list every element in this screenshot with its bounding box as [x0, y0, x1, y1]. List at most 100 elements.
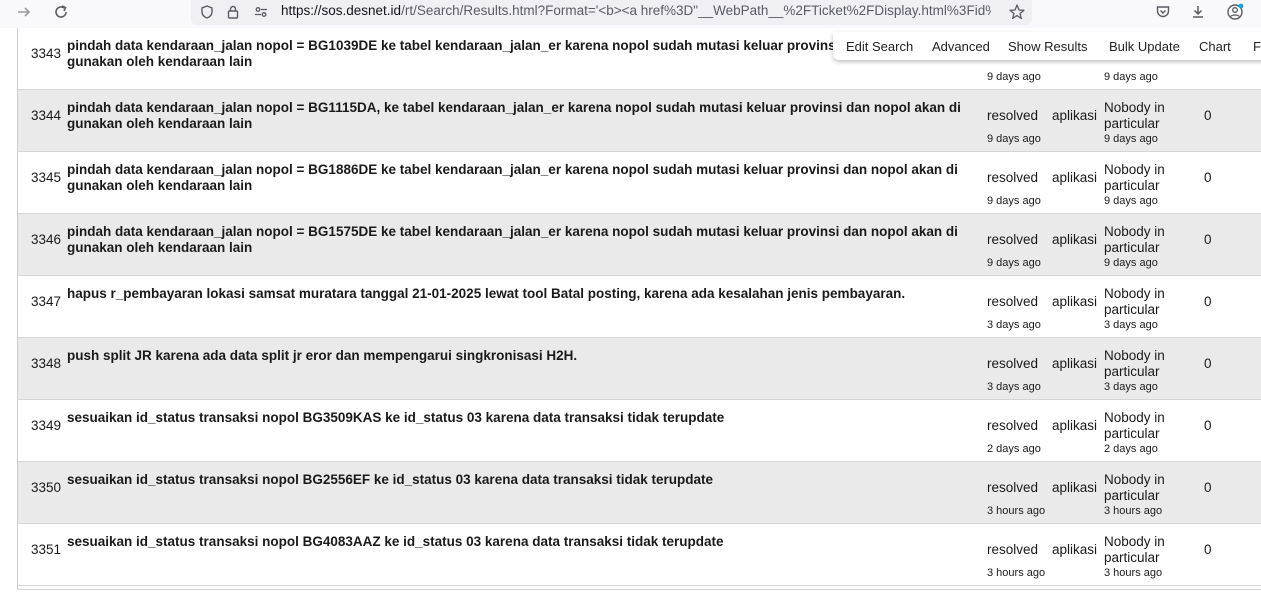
- owner-line: Nobody in: [1104, 472, 1165, 487]
- ticket-owner: Nobody in particular: [1104, 162, 1184, 194]
- subject-line: sesuaikan id_status transaksi nopol BG35…: [67, 410, 725, 425]
- owner-line: Nobody in: [1104, 410, 1165, 425]
- menu-feeds[interactable]: F: [1253, 39, 1261, 54]
- table-row[interactable]: 3347 hapus r_pembayaran lokasi samsat mu…: [18, 276, 1261, 338]
- table-row[interactable]: 3344 pindah data kendaraan_jalan nopol =…: [18, 90, 1261, 152]
- ticket-status: resolved: [987, 356, 1039, 371]
- subject-line: gunakan oleh kendaraan lain: [67, 240, 253, 255]
- ticket-owner: Nobody in particular: [1104, 286, 1184, 318]
- page-menu: Edit Search Advanced Show Results Bulk U…: [833, 32, 1261, 60]
- ticket-status: resolved: [987, 170, 1039, 185]
- subject-line: pindah data kendaraan_jalan nopol = BG18…: [67, 162, 958, 177]
- ticket-priority: 0: [1204, 542, 1212, 557]
- table-row[interactable]: 3348 push split JR karena ada data split…: [18, 338, 1261, 400]
- table-row[interactable]: 3351 sesuaikan id_status transaksi nopol…: [18, 524, 1261, 586]
- table-row[interactable]: 3345 pindah data kendaraan_jalan nopol =…: [18, 152, 1261, 214]
- url-text[interactable]: https://sos.desnet.id/rt/Search/Results.…: [281, 3, 991, 18]
- url-bar[interactable]: https://sos.desnet.id/rt/Search/Results.…: [191, 0, 1032, 25]
- ticket-told: 2 days ago: [987, 443, 1041, 455]
- owner-line: particular: [1104, 240, 1160, 255]
- owner-line: particular: [1104, 550, 1160, 565]
- subject-line: gunakan oleh kendaraan lain: [67, 54, 253, 69]
- ticket-last-updated: 2 days ago: [1104, 443, 1158, 455]
- ticket-id[interactable]: 3343: [31, 46, 61, 61]
- menu-bulk-update[interactable]: Bulk Update: [1109, 39, 1180, 54]
- ticket-priority: 0: [1204, 294, 1212, 309]
- owner-line: Nobody in: [1104, 224, 1165, 239]
- table-row[interactable]: 3349 sesuaikan id_status transaksi nopol…: [18, 400, 1261, 462]
- ticket-id[interactable]: 3351: [31, 542, 61, 557]
- bookmark-star-icon[interactable]: [1005, 0, 1029, 24]
- ticket-told: 3 hours ago: [987, 567, 1046, 579]
- owner-line: Nobody in: [1104, 534, 1165, 549]
- ticket-subject[interactable]: hapus r_pembayaran lokasi samsat muratar…: [67, 286, 967, 302]
- ticket-subject[interactable]: pindah data kendaraan_jalan nopol = BG11…: [67, 100, 967, 132]
- ticket-last-updated: 3 days ago: [1104, 381, 1158, 393]
- subject-line: hapus r_pembayaran lokasi samsat muratar…: [67, 286, 906, 301]
- ticket-owner: Nobody in particular: [1104, 348, 1184, 380]
- ticket-id[interactable]: 3344: [31, 108, 61, 123]
- ticket-id[interactable]: 3345: [31, 170, 61, 185]
- subject-line: gunakan oleh kendaraan lain: [67, 178, 253, 193]
- ticket-id[interactable]: 3347: [31, 294, 61, 309]
- downloads-icon[interactable]: [1186, 0, 1210, 24]
- ticket-owner: Nobody in particular: [1104, 100, 1184, 132]
- menu-chart[interactable]: Chart: [1199, 39, 1231, 54]
- ticket-subject[interactable]: sesuaikan id_status transaksi nopol BG40…: [67, 534, 967, 550]
- subject-line: sesuaikan id_status transaksi nopol BG25…: [67, 472, 714, 487]
- ticket-queue: aplikasi: [1052, 480, 1098, 495]
- ticket-subject[interactable]: pindah data kendaraan_jalan nopol = BG18…: [67, 162, 967, 194]
- ticket-last-updated: 3 hours ago: [1104, 567, 1163, 579]
- owner-line: particular: [1104, 488, 1160, 503]
- forward-arrow-icon[interactable]: [12, 0, 36, 24]
- ticket-id[interactable]: 3350: [31, 480, 61, 495]
- ticket-subject[interactable]: pindah data kendaraan_jalan nopol = BG10…: [67, 38, 967, 70]
- ticket-status: resolved: [987, 232, 1039, 247]
- ticket-owner: Nobody in particular: [1104, 410, 1184, 442]
- ticket-told: 9 days ago: [987, 195, 1041, 207]
- ticket-last-updated: 9 days ago: [1104, 71, 1158, 83]
- table-row[interactable]: 3346 pindah data kendaraan_jalan nopol =…: [18, 214, 1261, 276]
- ticket-last-updated: 9 days ago: [1104, 195, 1158, 207]
- page-settings-icon[interactable]: [249, 0, 273, 24]
- ticket-status: resolved: [987, 480, 1039, 495]
- ticket-priority: 0: [1204, 480, 1212, 495]
- account-icon[interactable]: [1223, 0, 1247, 24]
- ticket-owner: Nobody in particular: [1104, 224, 1184, 256]
- ticket-last-updated: 3 days ago: [1104, 319, 1158, 331]
- ticket-priority: 0: [1204, 356, 1212, 371]
- reload-icon[interactable]: [49, 0, 73, 24]
- menu-show-results[interactable]: Show Results: [1008, 39, 1087, 54]
- ticket-status: resolved: [987, 542, 1039, 557]
- url-host: https://sos.desnet.id: [281, 3, 402, 18]
- ticket-id[interactable]: 3349: [31, 418, 61, 433]
- owner-line: Nobody in: [1104, 286, 1165, 301]
- ticket-id[interactable]: 3346: [31, 232, 61, 247]
- ticket-told: 9 days ago: [987, 257, 1041, 269]
- ticket-subject[interactable]: sesuaikan id_status transaksi nopol BG35…: [67, 410, 967, 426]
- menu-edit-search[interactable]: Edit Search: [846, 39, 913, 54]
- table-row[interactable]: 3350 sesuaikan id_status transaksi nopol…: [18, 462, 1261, 524]
- ticket-priority: 0: [1204, 232, 1212, 247]
- menu-advanced[interactable]: Advanced: [932, 39, 990, 54]
- ticket-subject[interactable]: sesuaikan id_status transaksi nopol BG25…: [67, 472, 967, 488]
- ticket-queue: aplikasi: [1052, 356, 1098, 371]
- tracking-shield-icon[interactable]: [195, 0, 219, 24]
- owner-line: Nobody in: [1104, 162, 1165, 177]
- search-results: 3343 pindah data kendaraan_jalan nopol =…: [17, 28, 1261, 590]
- ticket-last-updated: 9 days ago: [1104, 133, 1158, 145]
- ticket-subject[interactable]: push split JR karena ada data split jr e…: [67, 348, 967, 364]
- lock-icon[interactable]: [221, 0, 245, 24]
- ticket-id[interactable]: 3348: [31, 356, 61, 371]
- owner-line: particular: [1104, 178, 1160, 193]
- subject-line: gunakan oleh kendaraan lain: [67, 116, 253, 131]
- owner-line: Nobody in: [1104, 100, 1165, 115]
- ticket-queue: aplikasi: [1052, 294, 1098, 309]
- ticket-queue: aplikasi: [1052, 232, 1098, 247]
- owner-line: particular: [1104, 302, 1160, 317]
- ticket-subject[interactable]: pindah data kendaraan_jalan nopol = BG15…: [67, 224, 967, 256]
- ticket-queue: aplikasi: [1052, 542, 1098, 557]
- subject-line: pindah data kendaraan_jalan nopol = BG10…: [67, 38, 840, 53]
- pocket-icon[interactable]: [1151, 0, 1175, 24]
- ticket-priority: 0: [1204, 170, 1212, 185]
